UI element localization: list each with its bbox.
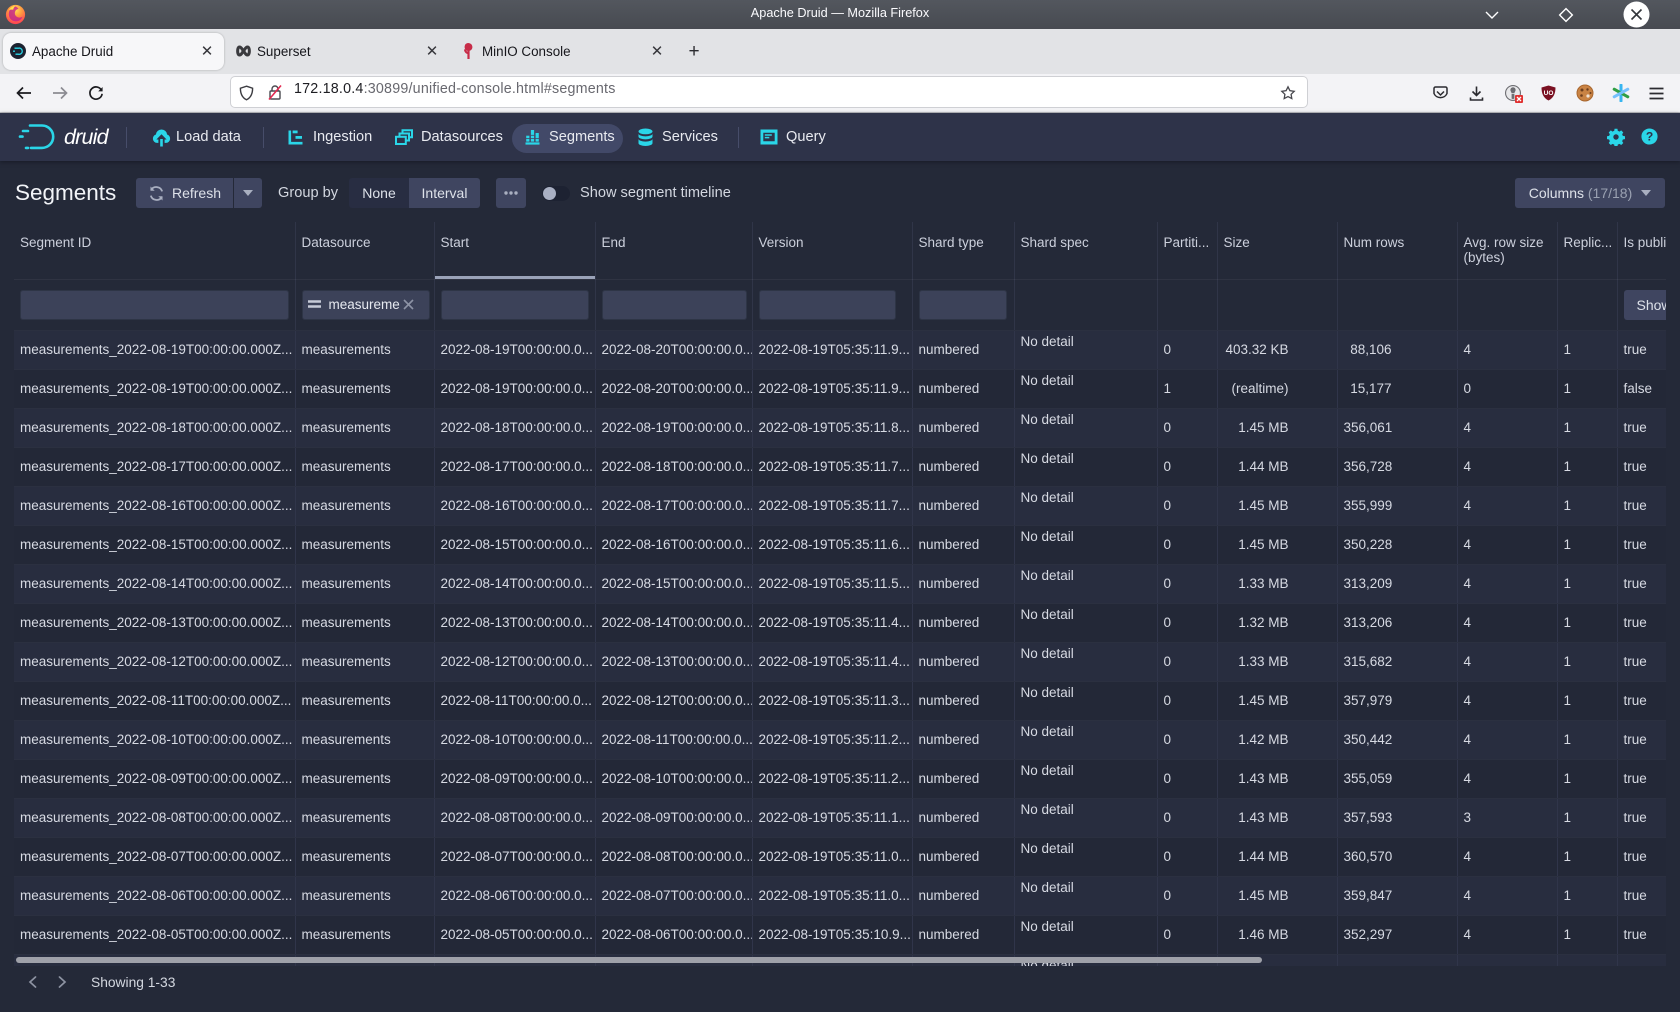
svg-text:UO: UO bbox=[1544, 90, 1554, 97]
svg-text:?: ? bbox=[1646, 130, 1653, 144]
